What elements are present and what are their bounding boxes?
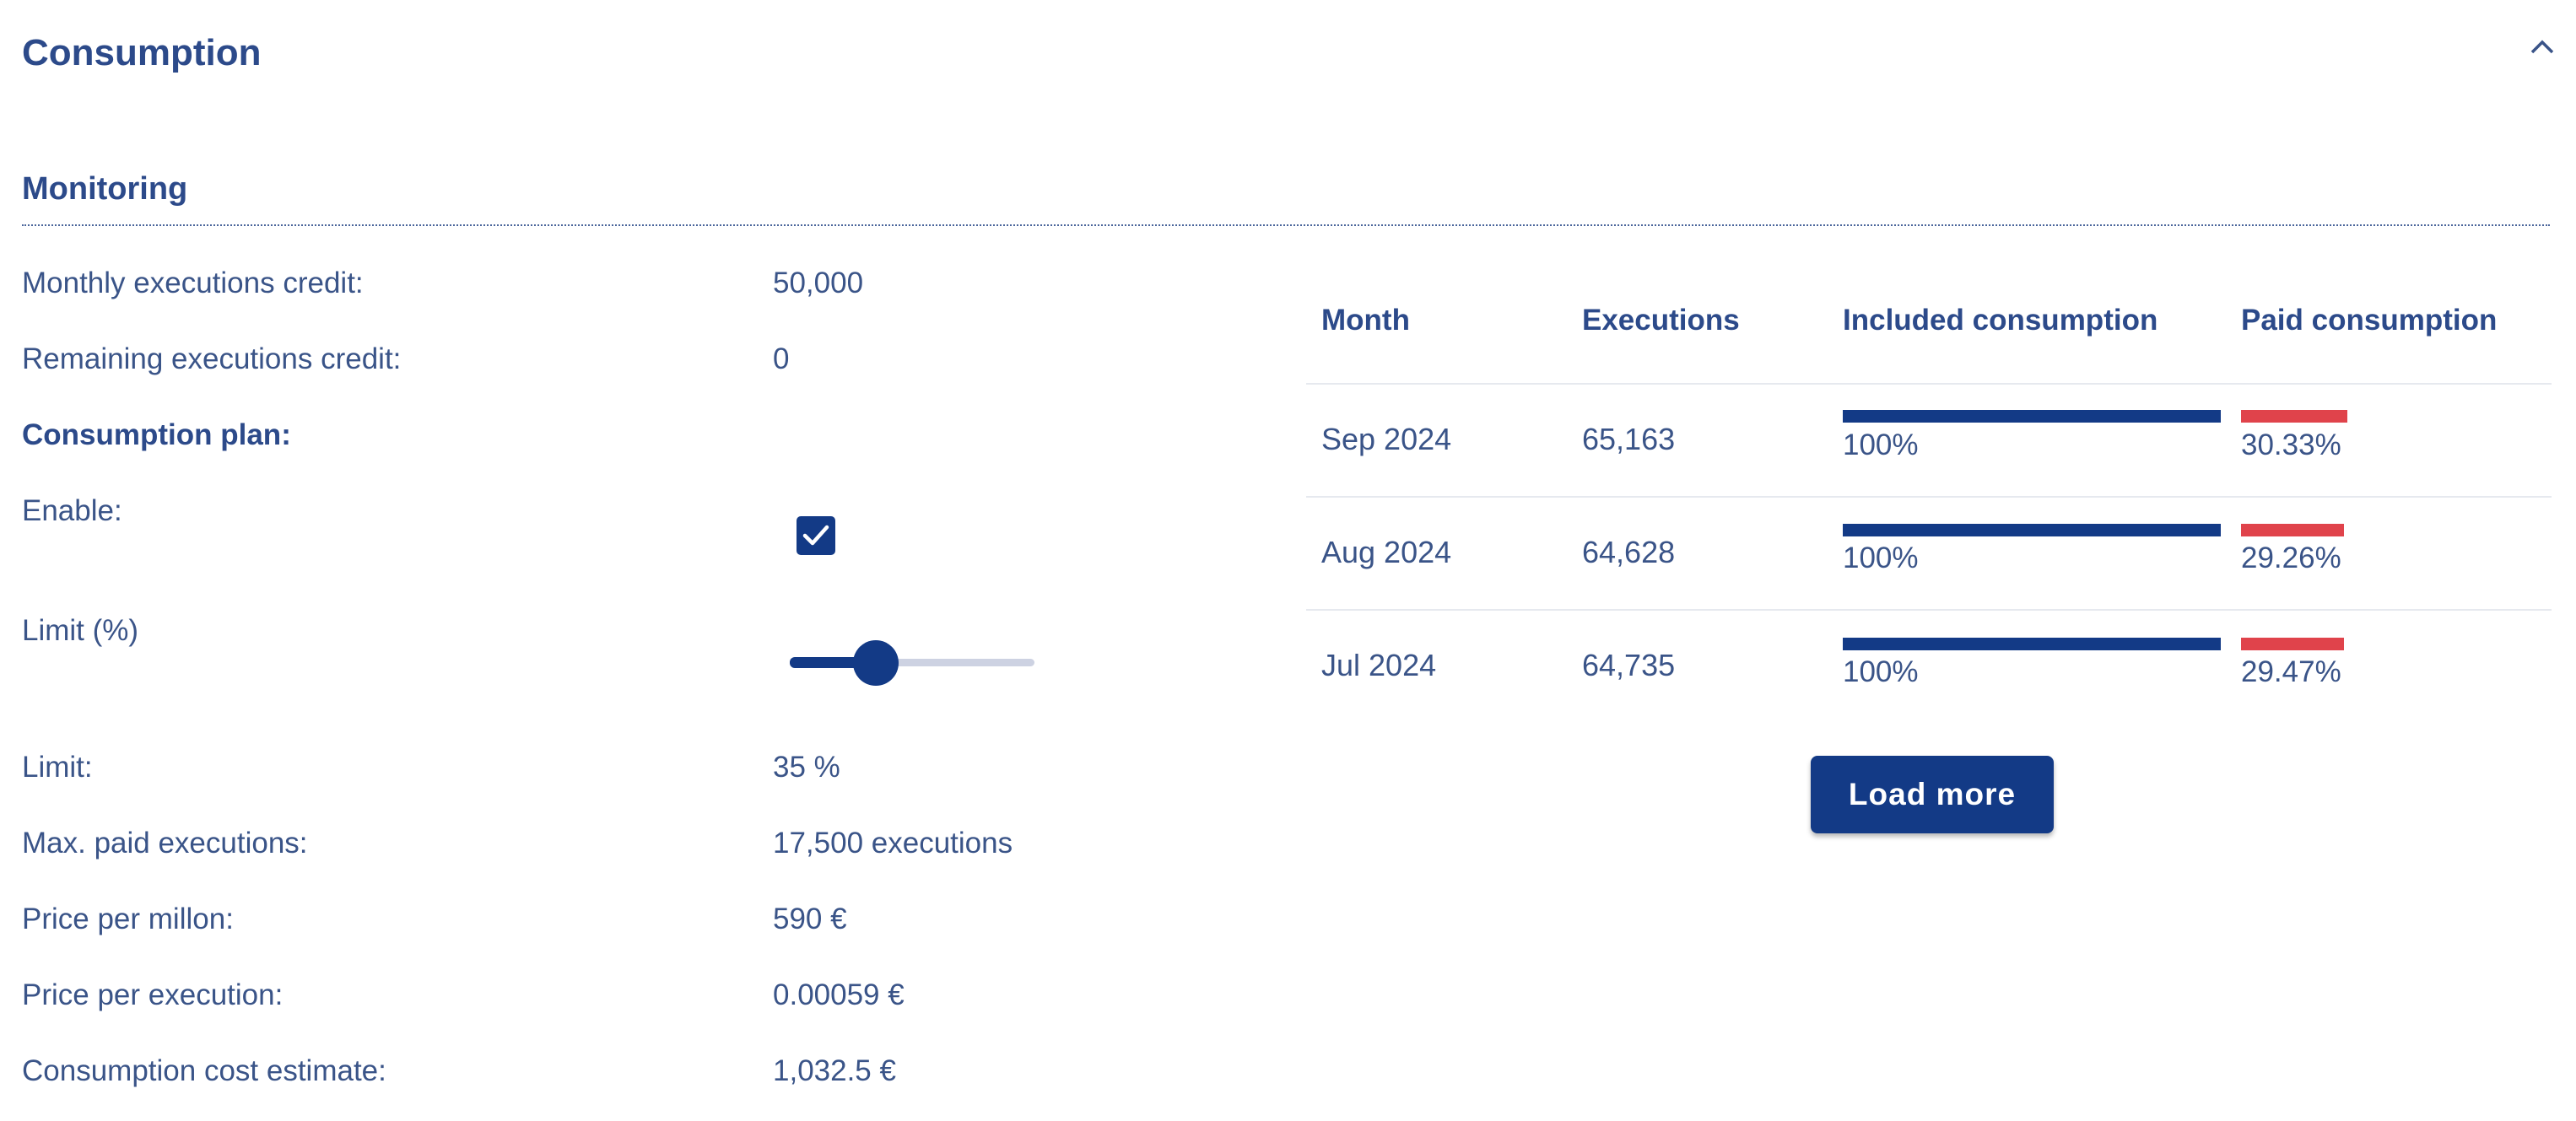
remaining-credit-value: 0 [773,342,790,375]
row-month: Sep 2024 [1321,422,1452,456]
checkmark-icon [802,525,829,546]
cost-estimate-label: Consumption cost estimate: [22,1054,386,1087]
included-bar [1843,524,2221,536]
paid-bar [2241,638,2344,650]
monitoring-title: Monitoring [22,171,188,207]
included-bar [1843,410,2221,423]
row-executions: 64,735 [1582,648,1676,682]
monthly-credit-label: Monthly executions credit: [22,267,364,299]
enable-label: Enable: [22,494,122,527]
max-paid-executions-label: Max. paid executions: [22,827,308,860]
row-month: Jul 2024 [1321,648,1437,682]
enable-checkbox[interactable] [797,516,835,555]
paid-percent: 29.26% [2241,542,2341,574]
paid-bar [2241,524,2344,536]
price-per-million-value: 590 € [773,903,847,935]
price-per-execution-value: 0.00059 € [773,978,905,1011]
included-bar [1843,638,2221,650]
chevron-up-icon[interactable] [2530,37,2555,56]
price-per-execution-label: Price per execution: [22,978,284,1011]
slider-thumb[interactable] [853,640,899,686]
limit-slider-label: Limit (%) [22,614,139,647]
header-executions: Executions [1582,304,1740,337]
section-title: Consumption [22,32,262,73]
included-percent: 100% [1843,428,1919,461]
row-month: Aug 2024 [1321,535,1452,569]
section-divider [22,224,2550,226]
header-paid: Paid consumption [2241,304,2498,337]
price-per-million-label: Price per millon: [22,903,234,935]
included-percent: 100% [1843,655,1919,688]
limit-value: 35 % [773,751,840,784]
row-divider [1306,609,2552,611]
paid-bar [2241,410,2347,423]
cost-estimate-value: 1,032.5 € [773,1054,896,1087]
row-executions: 65,163 [1582,422,1676,456]
load-more-button[interactable]: Load more [1811,756,2054,833]
row-divider [1306,496,2552,498]
paid-percent: 30.33% [2241,428,2341,461]
limit-label: Limit: [22,751,93,784]
consumption-plan-title: Consumption plan: [22,418,291,451]
row-divider [1306,383,2552,385]
header-month: Month [1321,304,1410,337]
header-included: Included consumption [1843,304,2158,337]
paid-percent: 29.47% [2241,655,2341,688]
remaining-credit-label: Remaining executions credit: [22,342,402,375]
included-percent: 100% [1843,542,1919,574]
row-executions: 64,628 [1582,535,1676,569]
max-paid-executions-value: 17,500 executions [773,827,1013,860]
monthly-credit-value: 50,000 [773,267,864,299]
limit-slider[interactable] [790,638,1036,687]
